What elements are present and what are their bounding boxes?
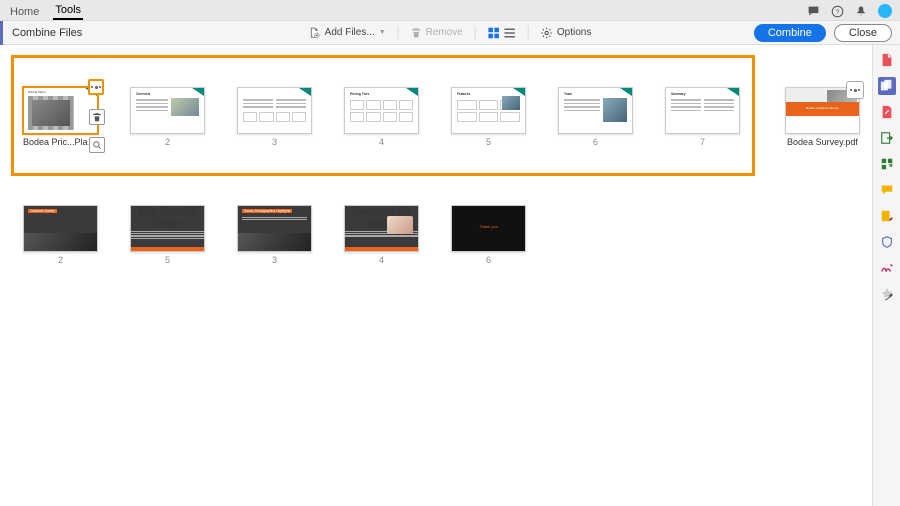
thumb-item[interactable]: Reasons for Joining 4: [344, 205, 419, 265]
thumb-item[interactable]: Team 6: [558, 87, 633, 147]
thumb-page: Summary: [665, 87, 740, 134]
thumb-page: Customer Survey: [23, 205, 98, 252]
rail-organize-icon[interactable]: [878, 155, 896, 173]
add-file-icon: [309, 27, 321, 39]
combine-button[interactable]: Combine: [754, 24, 826, 42]
thumb-page: [237, 87, 312, 134]
delete-item-button[interactable]: [89, 109, 105, 125]
remove-label: Remove: [426, 27, 463, 38]
thumb-item[interactable]: Summary 7: [665, 87, 740, 147]
caret-down-icon: ▼: [379, 29, 386, 36]
magnify-icon: [92, 140, 102, 150]
tab-home[interactable]: Home: [8, 3, 41, 20]
thumb-page-number: 6: [451, 255, 526, 265]
thumb-page-number: 6: [558, 137, 633, 147]
rail-export-pdf-icon[interactable]: [878, 129, 896, 147]
gear-icon: [541, 27, 553, 39]
rail-more-tools-icon[interactable]: [878, 285, 896, 303]
right-tool-rail: [872, 45, 900, 506]
thumb-item[interactable]: Thank you 6: [451, 205, 526, 265]
thumb-page-number: 5: [130, 255, 205, 265]
app-tabs-bar: Home Tools ?: [0, 0, 900, 20]
thumb-item[interactable]: Survey Demographics Highlights 3: [237, 205, 312, 265]
thumb-page-number: 2: [130, 137, 205, 147]
tool-title: Combine Files: [12, 27, 82, 39]
thumb-item[interactable]: Features 5: [451, 87, 526, 147]
thumb-page-number: 4: [344, 137, 419, 147]
tab-tools[interactable]: Tools: [53, 1, 83, 20]
thumb-page-number: 5: [451, 137, 526, 147]
thumb-page: Survey Demographics Highlights: [237, 205, 312, 252]
thumb-item[interactable]: Key Special Offers 5: [130, 205, 205, 265]
thumb-page: Team: [558, 87, 633, 134]
options-button[interactable]: Options: [541, 27, 591, 39]
trash-icon: [92, 112, 102, 122]
expand-pages-button[interactable]: [846, 81, 864, 99]
thumb-page-number: 3: [237, 137, 312, 147]
add-files-label: Add Files...: [325, 27, 375, 38]
divider: [528, 26, 529, 40]
thumb-item[interactable]: Overview 2: [130, 87, 205, 147]
expand-icon: [850, 89, 860, 92]
rail-fill-sign-icon[interactable]: [878, 207, 896, 225]
toolbar: Combine Files Add Files... ▼ Remove Opti…: [0, 20, 900, 45]
options-label: Options: [557, 27, 591, 38]
expand-pages-button[interactable]: [88, 79, 104, 95]
thumb-page-number: 4: [344, 255, 419, 265]
rail-comment-icon[interactable]: [878, 181, 896, 199]
divider: [398, 26, 399, 40]
rail-sign-icon[interactable]: [878, 259, 896, 277]
view-list-button[interactable]: [504, 27, 516, 39]
expand-icon: [91, 86, 101, 89]
rail-edit-pdf-icon[interactable]: [878, 103, 896, 121]
thumb-item[interactable]: 3: [237, 87, 312, 147]
thumb-page-number: 7: [665, 137, 740, 147]
thumb-page: Reasons for Joining: [344, 205, 419, 252]
thumb-page-number: 2: [23, 255, 98, 265]
close-button[interactable]: Close: [834, 24, 892, 42]
thumb-item[interactable]: Pricing Tiers 4: [344, 87, 419, 147]
help-icon[interactable]: ?: [830, 4, 844, 18]
thumb-item[interactable]: Customer Survey 2: [23, 205, 98, 265]
add-files-button[interactable]: Add Files... ▼: [309, 27, 386, 39]
thumb-caption: Bodea Pric...Plans.ppt: [23, 137, 98, 147]
divider: [475, 26, 476, 40]
thumb-page: Overview: [130, 87, 205, 134]
avatar[interactable]: [878, 4, 892, 18]
thumb-page: Features: [451, 87, 526, 134]
thumb-page: Key Special Offers: [130, 205, 205, 252]
thumb-item[interactable]: Pricing Plans Bodea Pric...Plans.ppt: [23, 87, 98, 147]
trash-icon: [411, 27, 422, 38]
thumb-page: Pricing Tiers: [344, 87, 419, 134]
view-grid-button[interactable]: [488, 27, 500, 39]
thumb-page-number: 3: [237, 255, 312, 265]
thumb-caption: Bodea Survey.pdf: [785, 137, 860, 147]
thumb-page: Pricing Plans: [23, 87, 98, 134]
thumb-page: Thank you: [451, 205, 526, 252]
svg-text:?: ?: [835, 8, 839, 15]
remove-button[interactable]: Remove: [411, 27, 463, 38]
rail-create-pdf-icon[interactable]: [878, 51, 896, 69]
tool-accent: [0, 21, 3, 46]
bell-icon[interactable]: [854, 4, 868, 18]
rail-combine-icon[interactable]: [878, 77, 896, 95]
zoom-item-button[interactable]: [89, 137, 105, 153]
notifications-chat-icon[interactable]: [806, 4, 820, 18]
rail-protect-icon[interactable]: [878, 233, 896, 251]
thumbnail-canvas[interactable]: Pricing Plans Bodea Pric...Plans.ppt Ove…: [0, 45, 872, 506]
